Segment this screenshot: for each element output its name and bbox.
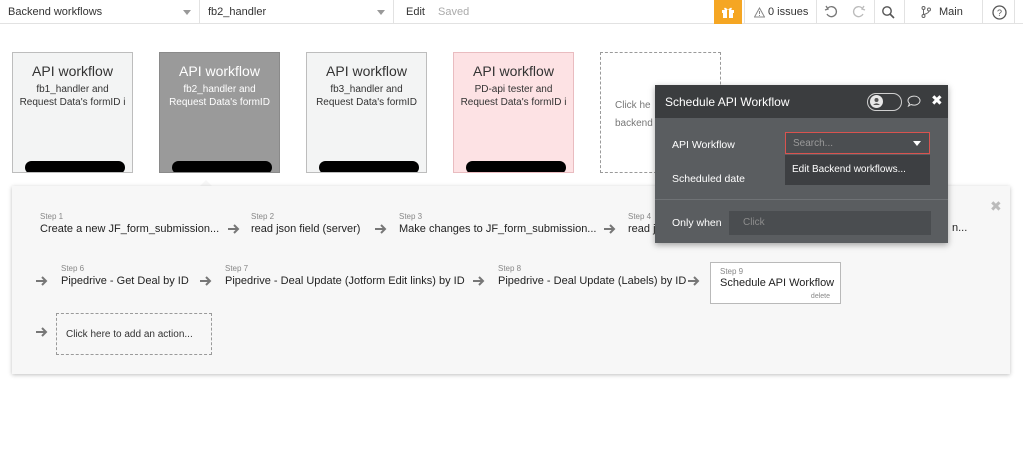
card-description: fb1_handler and Request Data's formID i xyxy=(19,84,126,108)
step-name: n... xyxy=(952,222,968,234)
card-title: API workflow xyxy=(473,63,554,79)
arrow-right-icon xyxy=(375,224,387,234)
user-icon xyxy=(870,95,883,108)
step-name: read json field (server) xyxy=(251,223,361,235)
page-select[interactable]: Backend workflows xyxy=(0,0,200,24)
workflow-card-fb2[interactable]: API workflow fb2_handler and Request Dat… xyxy=(159,52,280,173)
help-icon[interactable]: ? xyxy=(988,0,1010,24)
gift-icon xyxy=(722,7,734,18)
step-number: Step 8 xyxy=(498,264,522,273)
workflow-card-fb3[interactable]: API workflow fb3_handler and Request Dat… xyxy=(306,52,427,173)
gift-button[interactable] xyxy=(714,0,742,24)
step-number: Step 9 xyxy=(720,267,744,276)
step-name: Make changes to JF_form_submission... xyxy=(399,223,597,235)
arrow-right-icon xyxy=(36,327,48,337)
arrow-right-icon xyxy=(688,276,700,286)
redaction-bar xyxy=(25,161,125,172)
arrow-right-icon xyxy=(228,224,240,234)
step-number: Step 4 xyxy=(628,212,652,221)
branch-icon xyxy=(920,0,932,24)
page-select-value: Backend workflows xyxy=(8,6,103,18)
step-1[interactable]: Step 1 Create a new JF_form_submission..… xyxy=(40,212,219,235)
card-description: fb3_handler and Request Data's formID xyxy=(316,84,417,108)
search-placeholder: Search... xyxy=(793,138,834,149)
step-name: Pipedrive - Deal Update (Labels) by ID xyxy=(498,275,687,287)
popup-title: Schedule API Workflow xyxy=(665,95,790,109)
api-workflow-label: API Workflow xyxy=(672,139,735,151)
step-4[interactable]: Step 4 read j xyxy=(628,212,656,235)
card-title: API workflow xyxy=(326,63,407,79)
step-number: Step 3 xyxy=(399,212,423,221)
card-title: API workflow xyxy=(32,63,113,79)
step-name: Pipedrive - Deal Update (Jotform Edit li… xyxy=(225,275,465,287)
step-6[interactable]: Step 6 Pipedrive - Get Deal by ID xyxy=(61,264,189,287)
warning-icon xyxy=(752,0,766,24)
step-9-selected[interactable]: Step 9 Schedule API Workflow delete xyxy=(710,262,841,304)
arrow-right-icon xyxy=(200,276,212,286)
only-when-condition-input[interactable]: Click xyxy=(729,211,931,235)
divider xyxy=(816,0,817,24)
issues-count[interactable]: 0 issues xyxy=(768,0,808,24)
chevron-down-icon xyxy=(183,10,191,15)
step-7[interactable]: Step 7 Pipedrive - Deal Update (Jotform … xyxy=(225,264,465,287)
only-when-label: Only when xyxy=(672,217,722,229)
step-5-overflow[interactable]: n... xyxy=(952,222,967,234)
divider xyxy=(655,199,948,200)
edit-menu[interactable]: Edit xyxy=(406,0,425,24)
saved-status: Saved xyxy=(438,6,470,18)
svg-text:?: ? xyxy=(996,8,1001,18)
arrow-right-icon xyxy=(36,276,48,286)
arrow-right-icon xyxy=(604,224,616,234)
workflow-card-pd-api-tester[interactable]: API workflow PD-api tester and Request D… xyxy=(453,52,574,173)
step-number: Step 7 xyxy=(225,264,249,273)
step-number: Step 1 xyxy=(40,212,64,221)
step-3[interactable]: Step 3 Make changes to JF_form_submissio… xyxy=(399,212,596,235)
redaction-bar xyxy=(319,161,419,172)
redo-icon[interactable] xyxy=(848,0,870,24)
workflow-card-fb1[interactable]: API workflow fb1_handler and Request Dat… xyxy=(12,52,133,173)
step-2[interactable]: Step 2 read json field (server) xyxy=(251,212,360,235)
scheduled-date-label: Scheduled date xyxy=(672,173,745,185)
divider xyxy=(744,0,745,24)
top-toolbar: Backend workflows fb2_handler Edit Saved… xyxy=(0,0,1023,24)
step-number: Step 6 xyxy=(61,264,85,273)
comment-icon[interactable] xyxy=(907,95,921,107)
workflow-select[interactable]: fb2_handler xyxy=(200,0,394,24)
card-title: API workflow xyxy=(179,63,260,79)
card-description: PD-api tester and Request Data's formID … xyxy=(460,84,567,108)
redaction-bar xyxy=(466,161,566,172)
workflow-select-value: fb2_handler xyxy=(208,6,267,18)
api-workflow-search-input[interactable]: Search... xyxy=(785,132,930,154)
schedule-api-workflow-popup: Schedule API Workflow ✖ API Workflow Sea… xyxy=(655,85,948,243)
step-name: Schedule API Workflow xyxy=(720,277,835,289)
divider xyxy=(904,0,905,24)
redaction-bar xyxy=(172,161,272,172)
step-8[interactable]: Step 8 Pipedrive - Deal Update (Labels) … xyxy=(498,264,686,287)
divider xyxy=(982,0,983,24)
search-icon[interactable] xyxy=(877,0,899,24)
step-name: Pipedrive - Get Deal by ID xyxy=(61,275,189,287)
step-name: read j xyxy=(628,223,656,235)
chevron-down-icon xyxy=(913,141,921,146)
dropdown-option-edit-backend-workflows[interactable]: Edit Backend workflows... xyxy=(785,155,930,185)
close-icon[interactable]: ✖ xyxy=(990,198,1002,215)
undo-icon[interactable] xyxy=(820,0,842,24)
add-action-button[interactable]: Click here to add an action... xyxy=(56,313,212,355)
popup-toggle[interactable] xyxy=(867,93,902,111)
arrow-right-icon xyxy=(473,276,485,286)
chevron-down-icon xyxy=(377,10,385,15)
delete-step-link[interactable]: delete xyxy=(811,293,830,300)
divider xyxy=(874,0,875,24)
card-description: fb2_handler and Request Data's formID xyxy=(169,84,270,108)
close-icon[interactable]: ✖ xyxy=(931,92,943,109)
divider xyxy=(1014,0,1015,24)
branch-selector[interactable]: Main xyxy=(939,0,963,24)
step-name: Create a new JF_form_submission... xyxy=(40,223,220,235)
step-number: Step 2 xyxy=(251,212,275,221)
